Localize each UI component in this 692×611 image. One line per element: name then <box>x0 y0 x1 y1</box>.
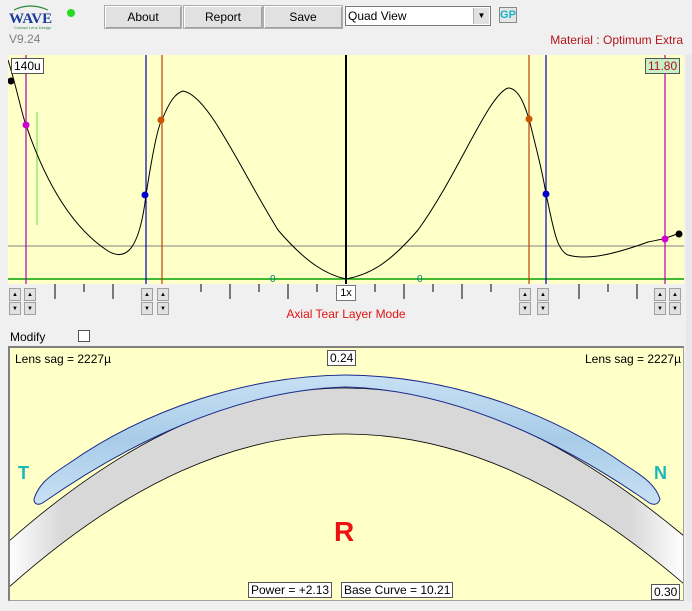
nasal-label: N <box>654 463 667 483</box>
up-arrow-icon[interactable]: ▲ <box>9 288 21 301</box>
wave-logo: WAVE Contact Lens Design <box>8 4 52 30</box>
left-magenta-point <box>22 121 30 129</box>
right-magenta-point <box>661 235 669 243</box>
lens-cross-section[interactable] <box>8 346 684 601</box>
up-arrow-icon[interactable]: ▲ <box>24 288 36 301</box>
right-scrollbar[interactable] <box>686 55 692 601</box>
version-label: V9.24 <box>9 32 41 46</box>
up-arrow-icon[interactable]: ▲ <box>669 288 681 301</box>
mode-label: Axial Tear Layer Mode <box>286 307 406 321</box>
save-button[interactable]: Save <box>263 5 343 29</box>
zero-label-left: 0 <box>270 274 276 284</box>
left-orange-point <box>157 116 165 124</box>
up-arrow-icon[interactable]: ▲ <box>654 288 666 301</box>
right-marker-value: 11.80 <box>645 58 681 74</box>
center-clearance-value: 0.24 <box>327 350 357 366</box>
tear-layer-chart[interactable]: 0 0 140u 11.80 <box>8 55 684 284</box>
zero-label-right: 0 <box>417 274 423 284</box>
cornea-shape <box>10 387 683 587</box>
report-button[interactable]: Report <box>183 5 263 29</box>
modify-checkbox[interactable] <box>78 330 90 342</box>
right-blue-point <box>542 190 550 198</box>
up-arrow-icon[interactable]: ▲ <box>519 288 531 301</box>
lens-sag-right: Lens sag = 2227µ <box>585 352 681 366</box>
view-select[interactable]: Quad View ▼ <box>345 6 491 26</box>
modify-label: Modify <box>10 330 46 344</box>
view-select-value: Quad View <box>348 9 407 23</box>
zoom-level[interactable]: 1x <box>336 285 356 301</box>
edge-clearance-value: 0.30 <box>651 584 681 600</box>
about-button[interactable]: About <box>104 5 182 29</box>
left-blue-point <box>141 191 149 199</box>
logo-subtext: Contact Lens Design <box>14 25 51 30</box>
eye-label: R <box>334 516 355 547</box>
up-arrow-icon[interactable]: ▲ <box>537 288 549 301</box>
up-arrow-icon[interactable]: ▲ <box>141 288 153 301</box>
material-label: Material : Optimum Extra <box>550 33 683 47</box>
base-curve-value: Base Curve = 10.21 <box>341 582 454 598</box>
chevron-down-icon[interactable]: ▼ <box>473 8 489 24</box>
right-orange-point <box>525 115 533 123</box>
temporal-label: T <box>18 463 29 483</box>
right-end-point <box>675 230 683 238</box>
up-arrow-icon[interactable]: ▲ <box>157 288 169 301</box>
gp-button[interactable]: GP <box>499 7 517 23</box>
lens-sag-left: Lens sag = 2227µ <box>15 352 111 366</box>
left-marker-value: 140u <box>11 58 44 74</box>
status-indicator <box>67 9 75 17</box>
power-value: Power = +2.13 <box>248 582 333 598</box>
